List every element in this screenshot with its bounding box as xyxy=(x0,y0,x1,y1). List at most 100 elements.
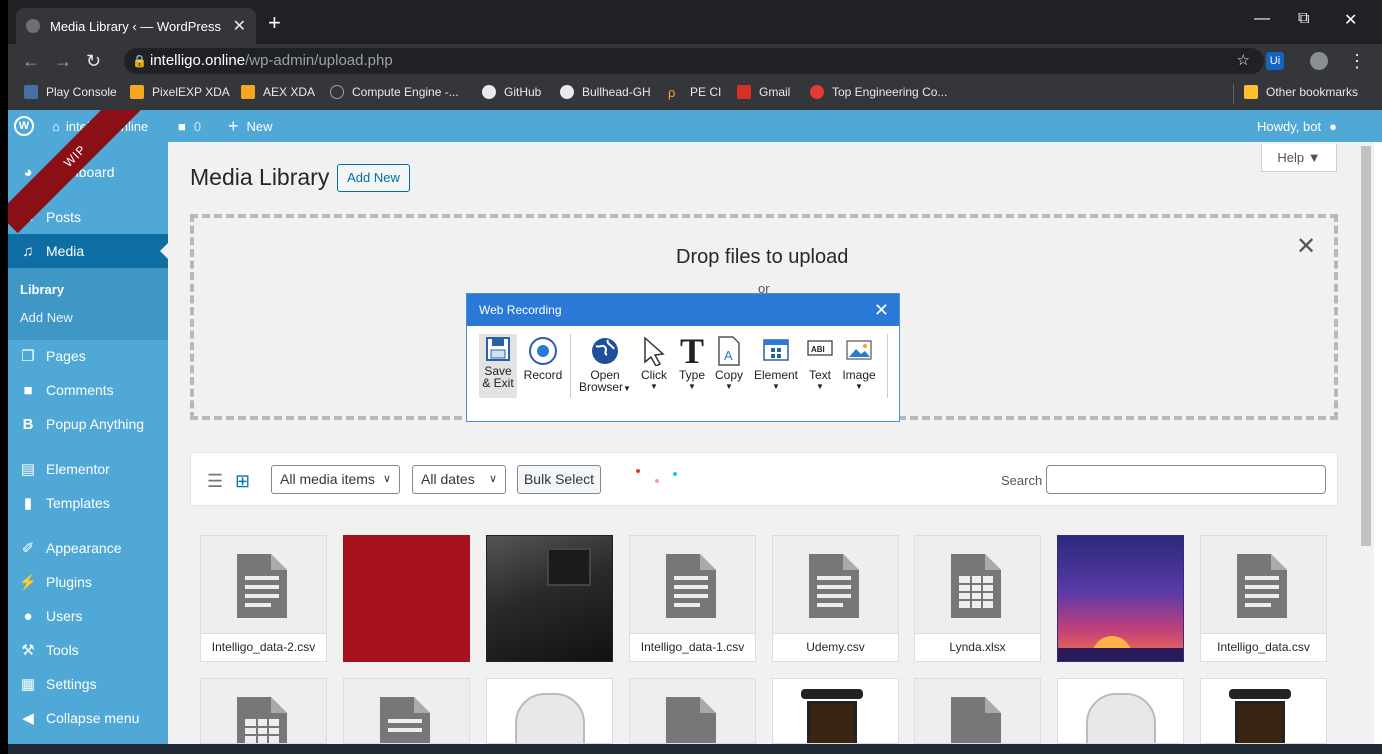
address-bar[interactable]: 🔒 intelligo.online/wp-admin/upload.php ☆ xyxy=(124,48,1264,74)
dropdown-caret-icon: ▼ xyxy=(772,382,780,391)
element-button[interactable]: Element ▼ xyxy=(752,336,800,391)
sidebar-item-tools[interactable]: ⚒ Tools xyxy=(8,633,168,667)
bookmark-top-engineering[interactable]: Top Engineering Co... xyxy=(810,85,947,99)
text-button[interactable]: ABI Text ▼ xyxy=(804,336,836,391)
tab-title: Media Library ‹ — WordPress xyxy=(50,18,221,34)
sidebar-item-elementor[interactable]: ▤ Elementor xyxy=(8,452,168,486)
media-tile[interactable] xyxy=(914,678,1041,744)
reload-icon[interactable]: ↻ xyxy=(86,51,101,72)
uipath-extension-icon[interactable]: Ui xyxy=(1266,52,1284,70)
list-view-icon[interactable]: ☰ xyxy=(207,471,226,491)
site-name-link[interactable]: ⌂ intelligo.online xyxy=(52,119,148,134)
sidebar-item-users[interactable]: ● Users xyxy=(8,599,168,633)
sidebar-item-plugins[interactable]: ⚡ Plugins xyxy=(8,565,168,599)
media-tile[interactable]: Intelligo_data-2.csv xyxy=(200,535,327,662)
media-type-filter[interactable]: All media items ∨ xyxy=(271,465,400,494)
menu-board-shape xyxy=(547,548,591,586)
back-icon[interactable]: ← xyxy=(22,51,40,72)
plus-icon: + xyxy=(228,116,239,136)
media-tile[interactable] xyxy=(629,678,756,744)
help-tab-button[interactable]: Help ▼ xyxy=(1261,144,1337,172)
date-filter[interactable]: All dates ∨ xyxy=(412,465,506,494)
record-button[interactable]: Record xyxy=(523,336,563,382)
media-tile-kettle-image[interactable] xyxy=(486,678,613,744)
image-button[interactable]: Image ▼ xyxy=(839,336,879,391)
bookmark-pe-ci[interactable]: ρ PE CI xyxy=(668,85,721,100)
browser-tab[interactable]: Media Library ‹ — WordPress ✕ xyxy=(16,8,256,44)
bookmarks-bar: Play Console PixelEXP XDA AEX XDA Comput… xyxy=(8,78,1382,110)
tab-close-icon[interactable]: ✕ xyxy=(233,16,246,36)
media-tile-red-image[interactable] xyxy=(343,535,470,662)
media-tile-sunset-image[interactable] xyxy=(1057,535,1184,662)
submenu-library[interactable]: Library xyxy=(20,282,64,297)
document-icon xyxy=(380,697,430,743)
media-tile-french-press-image[interactable] xyxy=(772,678,899,744)
sidebar-item-settings[interactable]: ▦ Settings xyxy=(8,667,168,701)
browser-toolbar: ← → ↻ 🔒 intelligo.online/wp-admin/upload… xyxy=(8,44,1382,78)
user-account-link[interactable]: Howdy, bot ● xyxy=(1257,119,1337,134)
media-search-input[interactable] xyxy=(1046,465,1326,494)
grid-view-icon[interactable]: ⊞ xyxy=(235,471,254,491)
chevron-down-icon: ∨ xyxy=(488,473,497,485)
open-browser-button[interactable]: Open Browser▼ xyxy=(579,336,631,394)
collapse-menu-button[interactable]: ◀ Collapse menu xyxy=(8,701,168,735)
drop-files-title: Drop files to upload xyxy=(676,246,849,268)
media-tile[interactable] xyxy=(200,678,327,744)
media-tile-french-press-image[interactable] xyxy=(1200,678,1327,744)
media-tile[interactable] xyxy=(343,678,470,744)
sidebar-item-pages[interactable]: ❐ Pages xyxy=(8,339,168,373)
other-bookmarks[interactable]: Other bookmarks xyxy=(1244,85,1358,99)
bookmark-bullhead[interactable]: Bullhead-GH xyxy=(560,85,651,99)
bookmark-play-console[interactable]: Play Console xyxy=(24,85,117,99)
add-new-button[interactable]: Add New xyxy=(337,164,410,192)
github-icon xyxy=(482,85,496,99)
bookmark-star-icon[interactable]: ☆ xyxy=(1237,48,1250,74)
close-window-icon[interactable]: ✕ xyxy=(1344,10,1357,30)
bookmark-aex[interactable]: AEX XDA xyxy=(241,85,315,99)
dropdown-caret-icon: ▼ xyxy=(688,382,696,391)
media-tile[interactable]: Intelligo_data-1.csv xyxy=(629,535,756,662)
media-tile[interactable]: Udemy.csv xyxy=(772,535,899,662)
bookmark-pixelexp[interactable]: PixelEXP XDA xyxy=(130,85,230,99)
profile-avatar-icon[interactable] xyxy=(1310,52,1328,70)
new-content-link[interactable]: + New xyxy=(228,116,273,136)
copy-button[interactable]: A Copy ▼ xyxy=(712,336,746,391)
media-tile[interactable]: Intelligo_data.csv xyxy=(1200,535,1327,662)
sidebar-item-comments[interactable]: ■ Comments xyxy=(8,373,168,407)
close-uploader-icon[interactable]: ✕ xyxy=(1296,232,1316,261)
scrollbar-thumb[interactable] xyxy=(1361,146,1371,546)
file-icon xyxy=(951,697,1001,743)
bookmark-compute-engine[interactable]: Compute Engine -... xyxy=(330,85,459,99)
sidebar-item-media[interactable]: ♫ Media xyxy=(8,234,168,268)
wordpress-logo-icon[interactable]: W xyxy=(14,116,34,136)
bookmark-github[interactable]: GitHub xyxy=(482,85,541,99)
media-tile[interactable]: Lynda.xlsx xyxy=(914,535,1041,662)
media-filename: Udemy.csv xyxy=(773,633,898,661)
media-tile-kettle-image[interactable] xyxy=(1057,678,1184,744)
chrome-menu-icon[interactable]: ⋮ xyxy=(1348,51,1366,72)
page-scrollbar[interactable] xyxy=(1358,142,1374,754)
folder-icon xyxy=(1244,85,1258,99)
document-icon xyxy=(809,554,859,618)
sidebar-item-appearance[interactable]: ✐ Appearance xyxy=(8,531,168,565)
minimize-icon[interactable]: — xyxy=(1254,10,1270,28)
toolbar-divider xyxy=(887,334,888,398)
comments-link[interactable]: ■ 0 xyxy=(178,119,201,134)
sidebar-item-posts[interactable]: ✎ Posts xyxy=(8,200,168,234)
home-icon: ⌂ xyxy=(52,119,60,134)
close-recorder-icon[interactable]: ✕ xyxy=(874,294,889,326)
media-tile-cafe-photo[interactable] xyxy=(486,535,613,662)
save-exit-button[interactable]: Save & Exit xyxy=(479,334,517,398)
sidebar-item-templates[interactable]: ▮ Templates xyxy=(8,486,168,520)
new-tab-button[interactable]: + xyxy=(268,12,281,34)
click-button[interactable]: Click ▼ xyxy=(637,336,671,391)
type-button[interactable]: T Type ▼ xyxy=(675,333,709,391)
forward-icon[interactable]: → xyxy=(54,51,72,72)
bookmark-gmail[interactable]: Gmail xyxy=(737,85,790,99)
sidebar-item-dashboard[interactable]: ◕ Dashboard xyxy=(8,155,168,189)
sidebar-item-popup-anything[interactable]: B Popup Anything xyxy=(8,407,168,441)
bulk-select-button[interactable]: Bulk Select xyxy=(517,465,601,494)
xda-icon xyxy=(130,85,144,99)
submenu-add-new[interactable]: Add New xyxy=(20,310,73,325)
restore-icon[interactable]: ⧉ xyxy=(1298,10,1309,28)
